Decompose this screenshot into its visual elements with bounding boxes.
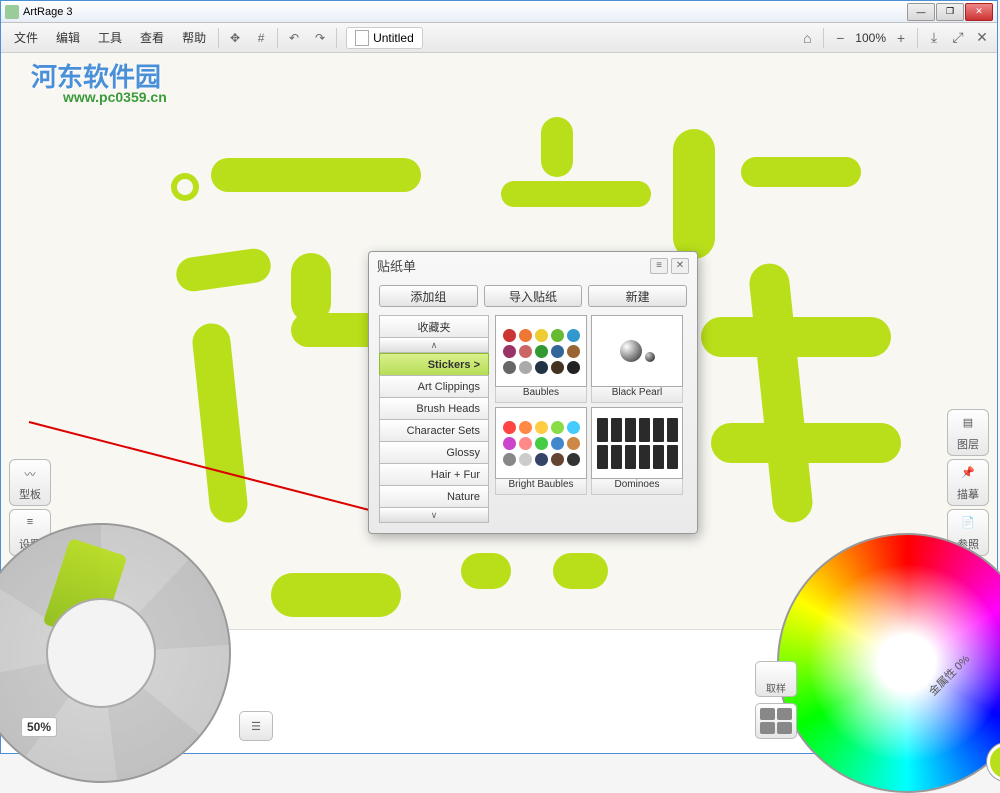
layers-button[interactable]: ▤图层: [947, 409, 989, 456]
zoom-out-button[interactable]: −: [829, 27, 851, 49]
minimize-button[interactable]: —: [907, 3, 935, 21]
scroll-down-button[interactable]: ∨: [379, 507, 489, 523]
menu-view[interactable]: 查看: [131, 25, 173, 50]
zoom-in-button[interactable]: +: [890, 27, 912, 49]
menu-tools[interactable]: 工具: [89, 25, 131, 50]
app-icon: [5, 5, 19, 19]
import-icon[interactable]: ⤓: [923, 27, 945, 49]
menu-file[interactable]: 文件: [5, 25, 47, 50]
presets-button[interactable]: ☰: [239, 711, 273, 741]
tool-wheel[interactable]: [0, 523, 231, 783]
category-character-sets[interactable]: Character Sets: [379, 419, 489, 441]
tool-wheel-center[interactable]: [46, 598, 156, 708]
document-name: Untitled: [373, 31, 414, 45]
category-list: 收藏夹 ∧ Stickers > Art Clippings Brush Hea…: [379, 315, 489, 523]
favorites-item[interactable]: 收藏夹: [379, 315, 489, 337]
dialog-title: 贴纸单: [377, 256, 416, 275]
import-sticker-button[interactable]: 导入贴纸: [484, 285, 583, 307]
color-swatches[interactable]: [755, 703, 797, 739]
document-tab[interactable]: Untitled: [346, 27, 423, 49]
document-icon: [355, 30, 369, 46]
magnet-icon[interactable]: ⌂: [796, 27, 818, 49]
current-color-chip[interactable]: [987, 743, 1000, 781]
close-button[interactable]: ✕: [965, 3, 993, 21]
layers-icon: ▤: [957, 416, 979, 434]
grid-icon[interactable]: #: [249, 26, 273, 50]
titlebar: ArtRage 3 — ❐ ✕: [1, 1, 997, 23]
category-hair-fur[interactable]: Hair + Fur: [379, 463, 489, 485]
menu-close-icon[interactable]: ✕: [971, 27, 993, 49]
note-icon: 📄: [957, 516, 979, 534]
undo-icon[interactable]: ↶: [282, 26, 306, 50]
zoom-percent[interactable]: 100%: [853, 31, 888, 45]
preview-dominoes[interactable]: Dominoes: [591, 407, 683, 495]
category-nature[interactable]: Nature: [379, 485, 489, 507]
watermark-url: www.pc0359.cn: [63, 89, 167, 105]
tracing-button[interactable]: 📌描摹: [947, 459, 989, 506]
add-group-button[interactable]: 添加组: [379, 285, 478, 307]
preview-grid: Baubles Black Pearl Bright Baubles: [495, 315, 687, 523]
pin-icon: 📌: [957, 466, 979, 484]
scroll-up-button[interactable]: ∧: [379, 337, 489, 353]
stencil-icon: 〰: [19, 466, 41, 484]
preview-black-pearl[interactable]: Black Pearl: [591, 315, 683, 403]
maximize-button[interactable]: ❐: [936, 3, 964, 21]
stencils-button[interactable]: 〰型板: [9, 459, 51, 506]
new-button[interactable]: 新建: [588, 285, 687, 307]
fullscreen-icon[interactable]: ⤢: [947, 27, 969, 49]
menu-help[interactable]: 帮助: [173, 25, 215, 50]
dialog-menu-icon[interactable]: ≡: [650, 258, 668, 274]
menubar: 文件 编辑 工具 查看 帮助 ✥ # ↶ ↷ Untitled ⌂ − 100%…: [1, 23, 997, 53]
dialog-close-icon[interactable]: ✕: [671, 258, 689, 274]
preview-bright-baubles[interactable]: Bright Baubles: [495, 407, 587, 495]
sample-button[interactable]: 取样: [755, 661, 797, 697]
move-tool-icon[interactable]: ✥: [223, 26, 247, 50]
preview-baubles[interactable]: Baubles: [495, 315, 587, 403]
category-stickers[interactable]: Stickers >: [379, 353, 489, 375]
redo-icon[interactable]: ↷: [308, 26, 332, 50]
brush-size-label[interactable]: 50%: [21, 717, 57, 737]
window-title: ArtRage 3: [23, 6, 73, 18]
category-glossy[interactable]: Glossy: [379, 441, 489, 463]
menu-edit[interactable]: 编辑: [47, 25, 89, 50]
stickers-dialog: 贴纸单 ≡ ✕ 添加组 导入贴纸 新建 收藏夹 ∧ Stickers > Art…: [368, 251, 698, 534]
category-brush-heads[interactable]: Brush Heads: [379, 397, 489, 419]
category-art-clippings[interactable]: Art Clippings: [379, 375, 489, 397]
